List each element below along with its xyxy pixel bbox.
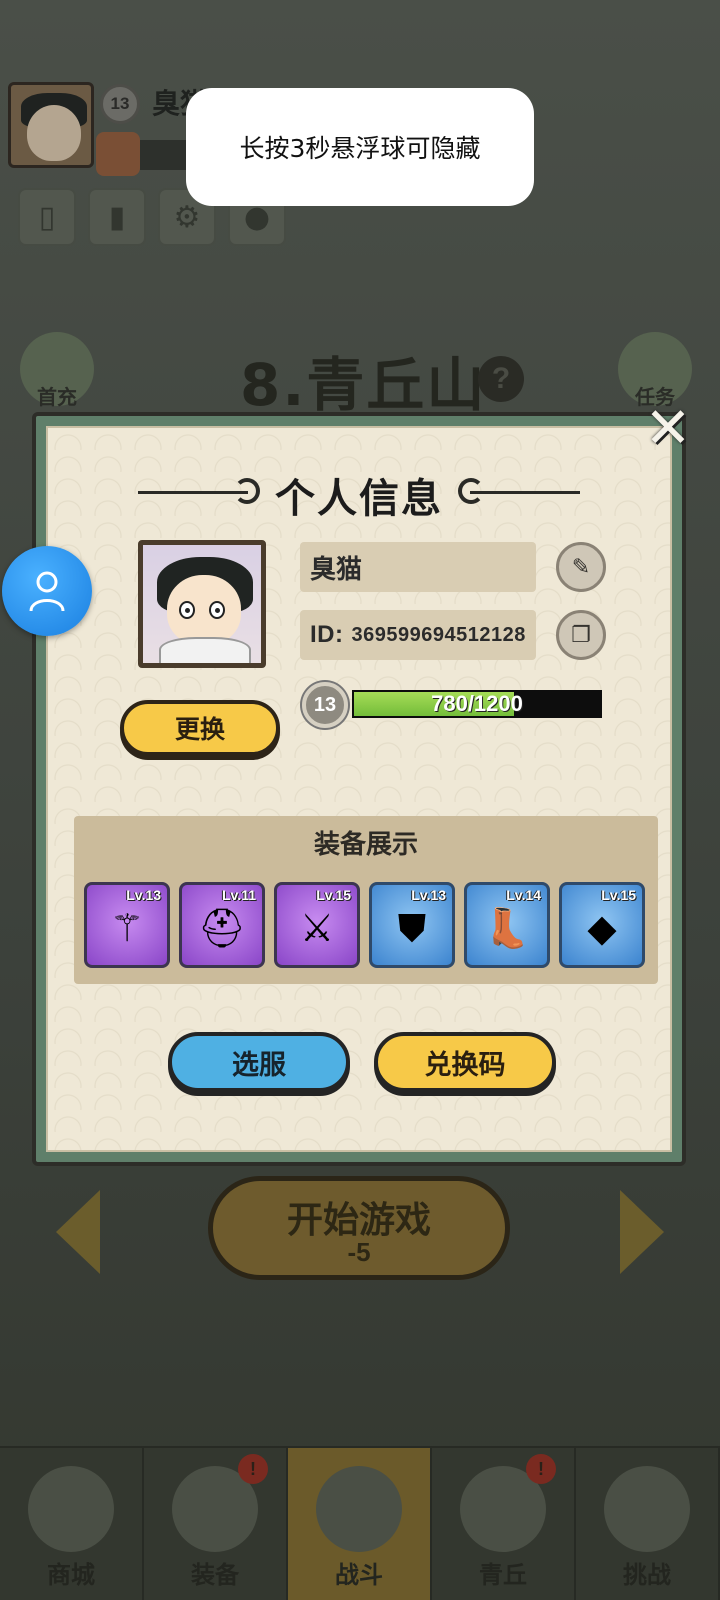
nav-tab-label: 战斗 [335,1561,383,1589]
profile-avatar [138,540,266,668]
challenge-icon [604,1466,690,1552]
staff-icon: ⚚ [109,906,145,951]
title-ornament-right [470,491,580,494]
stage-title: 8.青丘山 [240,351,487,419]
edit-name-icon[interactable]: ✎ [556,542,606,592]
nav-tab-battle[interactable]: 战斗 [288,1448,432,1600]
user-icon [29,571,65,612]
equipment-level: Lv.14 [506,887,541,903]
helmet-icon: ⛑ [197,906,247,951]
equipment-level: Lv.15 [601,887,636,903]
start-game-button[interactable]: 开始游戏 -5 [208,1176,510,1280]
add-energy-icon[interactable] [96,132,140,176]
energy-bar [140,140,192,170]
equipment-slot[interactable]: ◆ Lv.15 [559,882,645,968]
profile-level-badge: 13 [302,682,348,728]
copy-id-icon[interactable]: ❐ [556,610,606,660]
help-icon[interactable]: ? [478,356,524,402]
player-name-field: 臭猫 [300,542,536,592]
player-name-value: 臭猫 [310,554,363,585]
crossed-swords-icon [316,1466,402,1552]
shoulder-icon: ⛊ [397,906,427,951]
nav-tab-label: 装备 [191,1561,239,1589]
nav-tab-shop[interactable]: 商城 [0,1448,144,1600]
player-id-value: 369599694512128 [351,623,526,646]
notification-badge: ! [526,1454,556,1484]
change-avatar-button[interactable]: 更换 [120,700,280,756]
card-icon[interactable]: ▯ [18,188,76,246]
equipment-grid: ⚚ Lv.13 ⛑ Lv.11 ⚔ Lv.15 ⛊ Lv.13 👢 Lv.14 ◆ Lv.15 [84,882,645,968]
equipment-level: Lv.15 [316,887,351,903]
amulet-icon: ◆ [587,906,617,951]
armor-icon: ⚔ [299,906,335,951]
equipment-slot[interactable]: ⛊ Lv.13 [369,882,455,968]
first-recharge-label: 首充 [37,385,77,409]
equipment-showcase-title: 装备展示 [313,830,418,860]
player-avatar[interactable] [8,82,94,168]
nav-tab-equipment[interactable]: ! 装备 [144,1448,288,1600]
player-id-label: ID: [310,621,344,648]
equipment-level: Lv.13 [411,887,446,903]
equipment-slot[interactable]: ⚚ Lv.13 [84,882,170,968]
equipment-slot[interactable]: 👢 Lv.14 [464,882,550,968]
prev-stage-arrow[interactable] [56,1190,100,1274]
chart-icon[interactable]: ▮ [88,188,146,246]
start-game-cost: -5 [347,1237,371,1267]
shop-icon [28,1466,114,1552]
notification-badge: ! [238,1454,268,1484]
first-recharge-button[interactable]: 首充 [14,326,100,412]
nav-tab-label: 商城 [47,1561,95,1589]
redeem-code-button[interactable]: 兑换码 [374,1032,556,1092]
profile-modal: 个人信息 更换 臭猫 ✎ ID: 369599694512128 ❐ 13 78… [32,412,686,1166]
nav-tab-qingqiu[interactable]: ! 青丘 [432,1448,576,1600]
select-server-button[interactable]: 选服 [168,1032,350,1092]
nav-tab-label: 挑战 [623,1561,671,1589]
equipment-slot[interactable]: ⚔ Lv.15 [274,882,360,968]
equipment-level: Lv.13 [126,887,161,903]
close-icon[interactable]: ✕ [640,396,696,461]
nav-tab-label: 青丘 [479,1561,527,1589]
modal-title: 个人信息 [275,476,443,522]
equipment-showcase: 装备展示 ⚚ Lv.13 ⛑ Lv.11 ⚔ Lv.15 ⛊ Lv.13 👢 Lv.14 ◆ Lv.1… [74,816,658,984]
toast-message: 长按3秒悬浮球可隐藏 [186,88,534,206]
player-id-field: ID: 369599694512128 [300,610,536,660]
equipment-level: Lv.11 [222,887,256,903]
boots-icon: 👢 [483,906,531,951]
player-level-badge: 13 [100,84,140,124]
bottom-navigation: 商城 ! 装备 战斗 ! 青丘 挑战 [0,1446,720,1600]
nav-tab-challenge[interactable]: 挑战 [576,1448,720,1600]
experience-text: 780/1200 [431,691,523,716]
start-game-label: 开始游戏 [286,1200,431,1241]
experience-bar: 780/1200 [352,690,602,718]
next-stage-arrow[interactable] [620,1190,664,1274]
floating-assistant-ball[interactable] [2,546,92,636]
equipment-slot[interactable]: ⛑ Lv.11 [179,882,265,968]
profile-modal-body: 个人信息 更换 臭猫 ✎ ID: 369599694512128 ❐ 13 78… [46,426,672,1152]
